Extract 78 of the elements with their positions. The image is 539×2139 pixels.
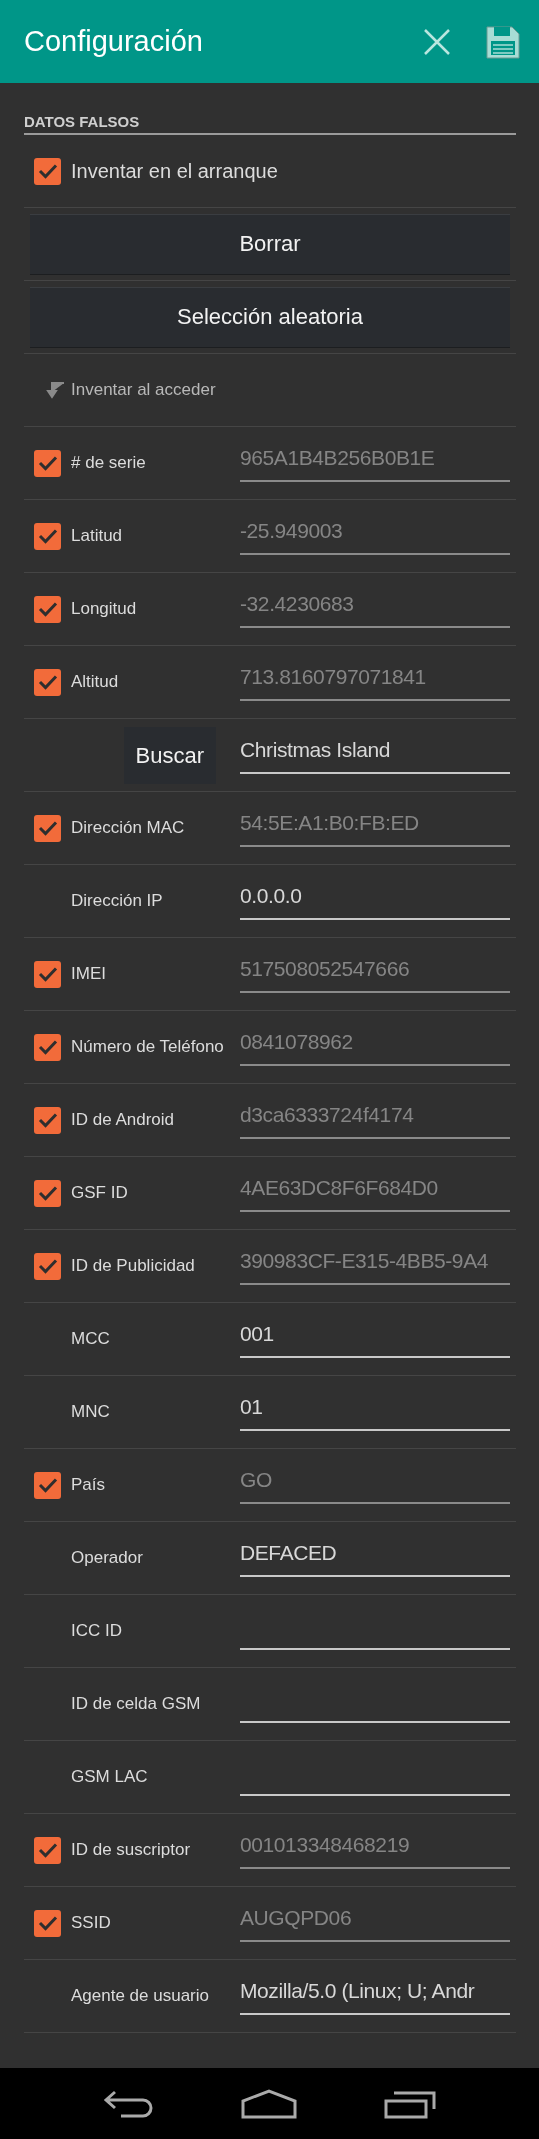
section-title: DATOS FALSOS <box>24 113 516 135</box>
check-icon <box>37 674 58 690</box>
check-icon <box>37 163 58 179</box>
check-icon <box>37 1185 58 1201</box>
field-label: GSF ID <box>71 1183 128 1203</box>
check-icon <box>37 601 58 617</box>
checkbox[interactable] <box>34 157 61 185</box>
input-field[interactable]: 713.8160797071841 <box>240 655 510 701</box>
input-field[interactable]: 001013348468219 <box>240 1823 510 1869</box>
checkbox[interactable] <box>34 1179 61 1207</box>
input-field[interactable]: 4AE63DC8F6F684D0 <box>240 1166 510 1212</box>
save-button[interactable] <box>485 23 521 60</box>
field-label: ID de Publicidad <box>71 1256 195 1276</box>
check-icon <box>37 1258 58 1274</box>
input-field[interactable]: 965A1B4B256B0B1E <box>240 436 510 482</box>
input-field[interactable]: 517508052547666 <box>240 947 510 993</box>
input-field[interactable]: 54:5E:A1:B0:FB:ED <box>240 801 510 847</box>
checkbox[interactable] <box>34 814 61 842</box>
input-field[interactable]: d3ca6333724f4174 <box>240 1093 510 1139</box>
field-label: Longitud <box>71 599 137 619</box>
checkbox[interactable] <box>34 449 61 477</box>
corner-arrow-icon <box>45 381 65 399</box>
check-icon <box>37 455 58 471</box>
field-label: Dirección IP <box>71 891 163 911</box>
input-field[interactable]: 0.0.0.0 <box>240 874 510 920</box>
check-icon <box>37 528 58 544</box>
input-field[interactable]: 0841078962 <box>240 1020 510 1066</box>
checkbox[interactable] <box>34 1252 61 1280</box>
checkbox[interactable] <box>34 1909 61 1937</box>
action-button[interactable]: Selección aleatoria <box>30 286 510 348</box>
checkbox[interactable] <box>34 595 61 623</box>
checkbox[interactable] <box>34 1836 61 1864</box>
input-field[interactable]: 390983CF-E315-4BB5-9A4 <box>240 1239 510 1285</box>
check-icon <box>37 1477 58 1493</box>
check-icon <box>37 1039 58 1055</box>
field-label: ICC ID <box>71 1621 122 1641</box>
app-title: Configuración <box>24 25 204 58</box>
checkbox[interactable] <box>34 522 61 550</box>
input-field[interactable]: Mozilla/5.0 (Linux; U; Andr <box>240 1969 510 2015</box>
checkbox[interactable] <box>34 668 61 696</box>
search-button[interactable]: Buscar <box>123 726 216 784</box>
field-label: MNC <box>71 1402 110 1422</box>
field-label: GSM LAC <box>71 1767 148 1787</box>
checkbox[interactable] <box>34 1033 61 1061</box>
check-icon <box>37 1112 58 1128</box>
field-label: Número de Teléfono <box>71 1037 224 1057</box>
field-label: ID de celda GSM <box>71 1694 201 1714</box>
field-label: IMEI <box>71 964 106 984</box>
field-label: País <box>71 1475 106 1495</box>
field-label: # de serie <box>71 453 146 473</box>
input-field[interactable]: GO <box>240 1458 510 1504</box>
home-button[interactable] <box>241 2088 298 2119</box>
check-icon <box>37 1915 58 1931</box>
checkbox-label: Inventar en el arranque <box>71 159 278 183</box>
action-button[interactable]: Borrar <box>30 213 510 275</box>
input-field[interactable]: 01 <box>240 1385 510 1431</box>
field-label: ID de Android <box>71 1110 174 1130</box>
field-label: Dirección MAC <box>71 818 185 838</box>
checkbox[interactable] <box>34 960 61 988</box>
check-icon <box>37 820 58 836</box>
checkbox[interactable] <box>34 1106 61 1134</box>
field-label: SSID <box>71 1913 111 1933</box>
input-field[interactable]: 001 <box>240 1312 510 1358</box>
input-field[interactable]: DEFACED <box>240 1531 510 1577</box>
input-field[interactable]: Christmas Island <box>240 728 510 774</box>
field-label: Operador <box>71 1548 143 1568</box>
field-label: ID de suscriptor <box>71 1840 191 1860</box>
option-label: Inventar al acceder <box>71 380 216 400</box>
field-label: Agente de usuario <box>71 1986 209 2006</box>
field-label: MCC <box>71 1329 110 1349</box>
field-label: Altitud <box>71 672 119 692</box>
check-icon <box>37 1842 58 1858</box>
field-label: Latitud <box>71 526 123 546</box>
input-field[interactable]: -32.4230683 <box>240 582 510 628</box>
check-icon <box>37 966 58 982</box>
checkbox[interactable] <box>34 1471 61 1499</box>
input-field[interactable]: AUGQPD06 <box>240 1896 510 1942</box>
input-field[interactable]: -25.949003 <box>240 509 510 555</box>
